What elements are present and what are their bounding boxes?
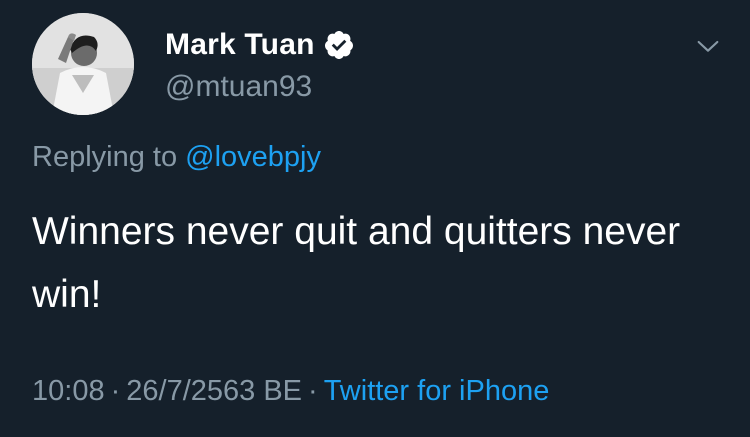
meta-separator: · bbox=[110, 375, 121, 407]
tweet-meta: 10:08 · 26/7/2563 BE · Twitter for iPhone bbox=[32, 375, 549, 408]
replying-to-line: Replying to @lovebpjy bbox=[32, 141, 321, 174]
verified-badge-icon bbox=[324, 31, 353, 59]
tweet-time[interactable]: 10:08 bbox=[32, 375, 105, 407]
author-name-row: Mark Tuan bbox=[165, 25, 355, 65]
reply-mention-link[interactable]: @lovebpjy bbox=[185, 141, 321, 173]
tweet-text: Winners never quit and quitters never wi… bbox=[32, 210, 681, 316]
meta-separator: · bbox=[308, 375, 318, 407]
chevron-down-icon[interactable] bbox=[692, 30, 724, 62]
tweet-date[interactable]: 26/7/2563 BE bbox=[126, 375, 302, 407]
tweet-card: Mark Tuan @mtuan93 Replying to @lovebpjy… bbox=[0, 0, 750, 437]
profile-photo-icon bbox=[32, 13, 134, 115]
avatar[interactable] bbox=[32, 13, 134, 115]
author-handle[interactable]: @mtuan93 bbox=[165, 70, 312, 104]
tweet-source-link[interactable]: Twitter for iPhone bbox=[324, 375, 550, 407]
display-name[interactable]: Mark Tuan bbox=[165, 28, 315, 62]
replying-to-label: Replying to bbox=[32, 141, 186, 173]
